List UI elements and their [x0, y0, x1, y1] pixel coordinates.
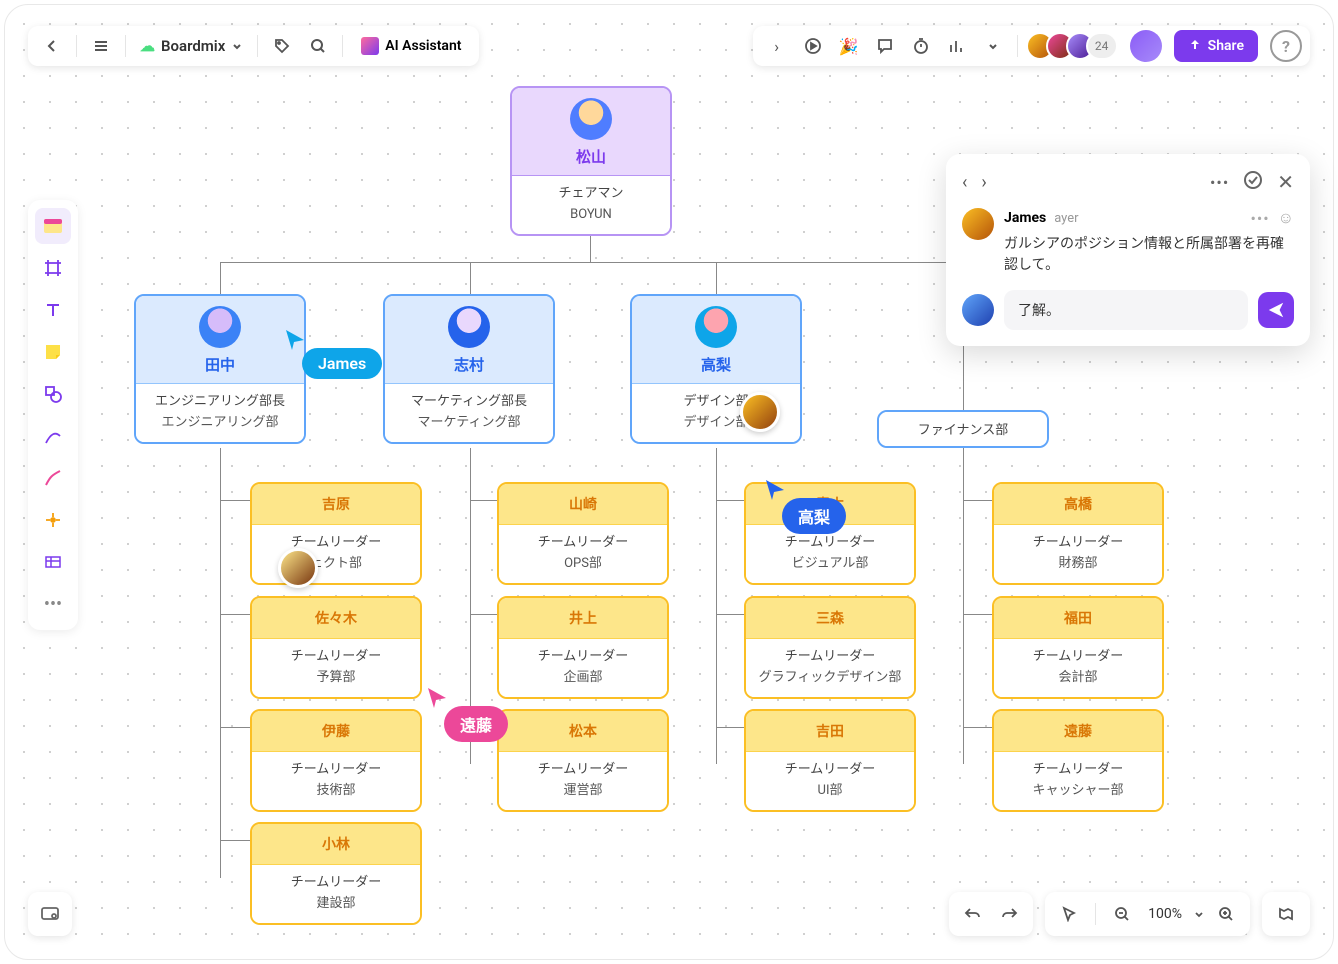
board-name-dropdown[interactable]: ☁ Boardmix	[134, 37, 249, 55]
org-card-team[interactable]: 三森チームリーダーグラフィックデザイン部	[744, 596, 916, 699]
share-icon	[1188, 39, 1202, 53]
comment-prev-icon[interactable]: ‹	[962, 172, 967, 193]
org-card-team[interactable]: 小林チームリーダー建設部	[250, 822, 422, 925]
collaborator-avatars[interactable]: 24	[1026, 32, 1118, 60]
comment-close-icon[interactable]: ✕	[1277, 170, 1294, 194]
templates-tool[interactable]	[35, 208, 71, 244]
org-chart: 松山 チェアマンBOYUN 田中 エンジニアリング部長エンジニアリング部 志村 …	[0, 0, 1338, 964]
ai-logo-icon	[361, 37, 379, 55]
org-card-team[interactable]: 井上チームリーダー企画部	[497, 596, 669, 699]
presentation-button[interactable]	[28, 892, 72, 936]
timer-button[interactable]	[905, 30, 937, 62]
current-user-avatar[interactable]	[1130, 30, 1162, 62]
collaborator-cursor-james: James	[284, 328, 382, 379]
confetti-button[interactable]: 🎉	[833, 30, 865, 62]
comment-author: James	[1004, 210, 1046, 226]
help-button[interactable]: ?	[1270, 30, 1302, 62]
emoji-icon[interactable]: ☺	[1278, 208, 1294, 228]
org-card-team[interactable]: 伊藤チームリーダー技術部	[250, 709, 422, 812]
tag-button[interactable]	[266, 30, 298, 62]
collaborator-cursor-endo: 遠藤	[426, 686, 508, 742]
org-card-dept-2[interactable]: 志村 マーケティング部長マーケティング部	[383, 294, 555, 444]
toolbar-left: ☁ Boardmix AI Assistant	[28, 26, 479, 66]
comment-panel[interactable]: ‹ › ••• ✕ James ayer ••• ☺ ガルシアのポジション情報と…	[946, 154, 1310, 346]
comment-msg-more-icon[interactable]: •••	[1250, 209, 1269, 228]
org-card-team[interactable]: 吉田チームリーダーUI部	[744, 709, 916, 812]
more-tools[interactable]: •••	[35, 586, 71, 622]
minimap-button[interactable]	[1272, 900, 1300, 928]
share-button[interactable]: Share	[1174, 30, 1258, 62]
frame-tool[interactable]	[35, 250, 71, 286]
org-card-team[interactable]: 山崎チームリーダーOPS部	[497, 482, 669, 585]
table-tool[interactable]	[35, 544, 71, 580]
zoom-in-button[interactable]	[1212, 900, 1240, 928]
tool-rail: •••	[28, 200, 78, 630]
comment-more-icon[interactable]: •••	[1210, 173, 1229, 192]
chart-button[interactable]	[941, 30, 973, 62]
org-card-chairman[interactable]: 松山 チェアマンBOYUN	[510, 86, 672, 236]
redo-button[interactable]	[995, 900, 1023, 928]
pen-tool[interactable]	[35, 460, 71, 496]
org-card-team[interactable]: 佐々木チームリーダー予算部	[250, 596, 422, 699]
bottom-toolbar: 100%	[949, 892, 1310, 936]
collaborator-cursor-takanashi: 高梨	[764, 478, 846, 534]
org-card-dept-4[interactable]: ファイナンス部	[877, 410, 1049, 448]
search-button[interactable]	[302, 30, 334, 62]
chevron-down-icon[interactable]	[1194, 909, 1204, 919]
cloud-icon: ☁	[140, 37, 155, 55]
connector-tool[interactable]	[35, 418, 71, 454]
play-button[interactable]	[797, 30, 829, 62]
comment-send-button[interactable]	[1258, 292, 1294, 328]
comment-time: ayer	[1054, 211, 1078, 226]
org-name: 松山	[576, 148, 606, 166]
pointer-tool[interactable]	[1055, 900, 1083, 928]
org-card-team[interactable]: 松本チームリーダー運営部	[497, 709, 669, 812]
org-card-team[interactable]: 遠藤チームリーダーキャッシャー部	[992, 709, 1164, 812]
shape-tool[interactable]	[35, 376, 71, 412]
menu-button[interactable]	[85, 30, 117, 62]
more-tools-button[interactable]	[977, 30, 1009, 62]
zoom-out-button[interactable]	[1108, 900, 1136, 928]
comment-next-icon[interactable]: ›	[981, 172, 986, 193]
avatar-count: 24	[1086, 32, 1118, 60]
mindmap-tool[interactable]	[35, 502, 71, 538]
zoom-level[interactable]: 100%	[1144, 906, 1186, 922]
toolbar-right: › 🎉 24 Share ?	[753, 26, 1310, 66]
comment-resolve-icon[interactable]	[1243, 170, 1263, 194]
chat-button[interactable]	[869, 30, 901, 62]
ai-assistant-button[interactable]: AI Assistant	[351, 30, 471, 62]
user-avatar-on-card	[740, 392, 780, 432]
comment-reply-input[interactable]: 了解。	[1004, 290, 1248, 330]
chevron-down-icon	[231, 40, 243, 52]
sticky-note-tool[interactable]	[35, 334, 71, 370]
back-button[interactable]	[36, 30, 68, 62]
comment-text: ガルシアのポジション情報と所属部署を再確認して。	[1004, 234, 1294, 276]
user-avatar-on-card	[278, 548, 318, 588]
avatar	[962, 208, 994, 240]
org-card-dept-1[interactable]: 田中 エンジニアリング部長エンジニアリング部	[134, 294, 306, 444]
text-tool[interactable]	[35, 292, 71, 328]
org-card-team[interactable]: 福田チームリーダー会計部	[992, 596, 1164, 699]
org-card-team[interactable]: 高橋チームリーダー財務部	[992, 482, 1164, 585]
undo-button[interactable]	[959, 900, 987, 928]
avatar	[962, 294, 994, 326]
chevron-right-icon[interactable]: ›	[761, 30, 793, 62]
org-card-team[interactable]: 吉原チームリーダーェクト部	[250, 482, 422, 585]
